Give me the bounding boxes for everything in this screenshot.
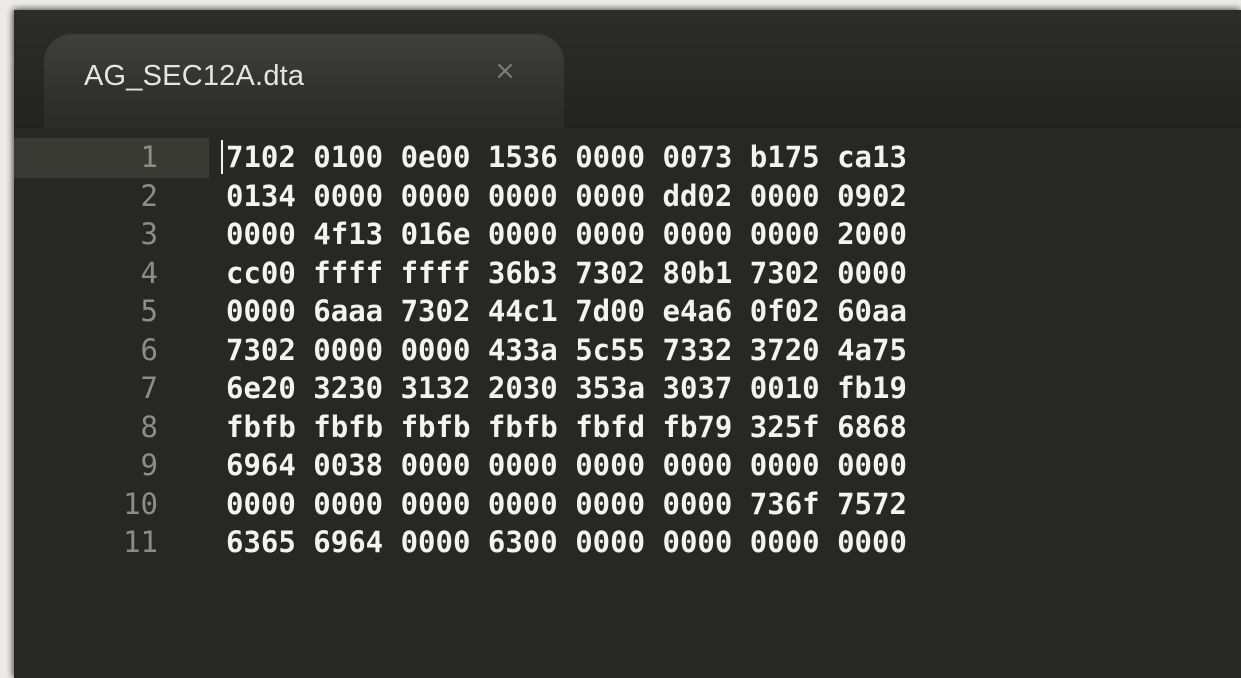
line-number: 5 (140, 294, 158, 328)
code-line[interactable]: 10 0000 0000 0000 0000 0000 0000 736f 757… (14, 485, 1241, 524)
line-text[interactable]: 6365 6964 0000 6300 0000 0000 0000 0000 (226, 523, 907, 562)
tab-title: AG_SEC12A.dta (84, 60, 305, 92)
line-text[interactable]: 0000 4f13 016e 0000 0000 0000 0000 2000 (226, 215, 907, 254)
code-line[interactable]: 8 fbfb fbfb fbfb fbfb fbfd fb79 325f 6868 (14, 408, 1241, 447)
line-text[interactable]: cc00 ffff ffff 36b3 7302 80b1 7302 0000 (226, 254, 907, 293)
line-text[interactable]: 0000 0000 0000 0000 0000 0000 736f 7572 (226, 485, 907, 524)
line-text[interactable]: 7302 0000 0000 433a 5c55 7332 3720 4a75 (226, 331, 907, 370)
line-number: 1 (140, 140, 158, 174)
text-editor[interactable]: 1 7102 0100 0e00 1536 0000 0073 b175 ca13… (14, 128, 1241, 678)
line-number: 8 (140, 409, 158, 444)
line-text[interactable]: 6964 0038 0000 0000 0000 0000 0000 0000 (226, 446, 907, 485)
code-line[interactable]: 11 6365 6964 0000 6300 0000 0000 0000 000… (14, 523, 1241, 562)
tab-bar: AG_SEC12A.dta × (14, 10, 1241, 134)
line-number: 9 (140, 448, 158, 482)
code-lines: 1 7102 0100 0e00 1536 0000 0073 b175 ca13… (14, 138, 1241, 562)
code-line[interactable]: 6 7302 0000 0000 433a 5c55 7332 3720 4a75 (14, 331, 1241, 370)
file-tab[interactable]: AG_SEC12A.dta × (44, 34, 564, 134)
code-line[interactable]: 4 cc00 ffff ffff 36b3 7302 80b1 7302 0000 (14, 254, 1241, 293)
close-icon[interactable]: × (490, 56, 520, 86)
line-text[interactable]: 7102 0100 0e00 1536 0000 0073 b175 ca13 (226, 138, 907, 177)
line-number: 2 (140, 178, 158, 213)
line-number: 6 (140, 332, 158, 367)
code-line[interactable]: 2 0134 0000 0000 0000 0000 dd02 0000 0902 (14, 177, 1241, 216)
line-text[interactable]: fbfb fbfb fbfb fbfb fbfd fb79 325f 6868 (226, 408, 907, 447)
code-line[interactable]: 7 6e20 3230 3132 2030 353a 3037 0010 fb19 (14, 369, 1241, 408)
code-line[interactable]: 1 7102 0100 0e00 1536 0000 0073 b175 ca13 (14, 138, 1241, 177)
line-number: 11 (123, 525, 158, 559)
line-number: 10 (123, 486, 158, 521)
code-line[interactable]: 5 0000 6aaa 7302 44c1 7d00 e4a6 0f02 60aa (14, 292, 1241, 331)
code-line[interactable]: 3 0000 4f13 016e 0000 0000 0000 0000 2000 (14, 215, 1241, 254)
line-text[interactable]: 0134 0000 0000 0000 0000 dd02 0000 0902 (226, 177, 907, 216)
line-text[interactable]: 0000 6aaa 7302 44c1 7d00 e4a6 0f02 60aa (226, 292, 907, 331)
line-number: 4 (140, 255, 158, 290)
line-number: 7 (140, 371, 158, 405)
editor-window: AG_SEC12A.dta × 1 7102 0100 0e00 1536 000… (14, 10, 1241, 678)
line-number: 3 (140, 217, 158, 251)
code-line[interactable]: 9 6964 0038 0000 0000 0000 0000 0000 0000 (14, 446, 1241, 485)
line-text[interactable]: 6e20 3230 3132 2030 353a 3037 0010 fb19 (226, 369, 907, 408)
